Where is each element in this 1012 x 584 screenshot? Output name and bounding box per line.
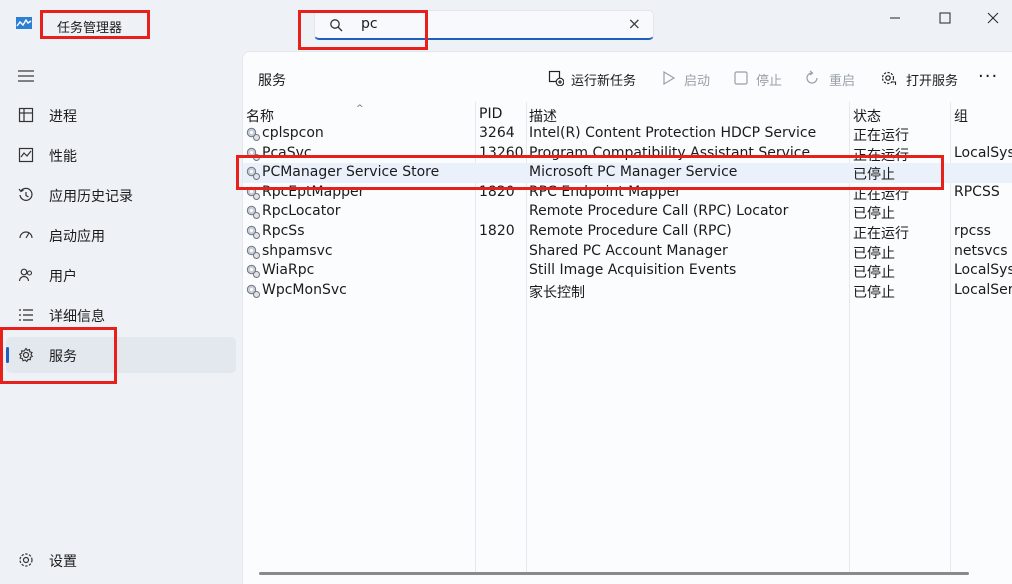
users-icon <box>18 268 33 282</box>
sidebar-item-users[interactable]: 用户 <box>6 257 236 293</box>
sidebar-item-startup-apps[interactable]: 启动应用 <box>6 217 236 253</box>
cell-pid: 1820 <box>479 223 515 239</box>
column-header-description[interactable]: 描述 <box>529 106 557 126</box>
service-gear-icon <box>246 206 260 220</box>
annotation-box-search <box>298 10 428 50</box>
services-panel: 服务 运行新任务 启动 停止 重启 打开服务 ··· 名称 ^ PID 描述 状… <box>242 51 1012 584</box>
cell-description: 家长控制 <box>529 284 585 301</box>
cell-description: Shared PC Account Manager <box>529 242 728 259</box>
cell-group: rpcss <box>954 223 991 239</box>
cell-name: WpcMonSvc <box>262 281 347 298</box>
cell-pid: 3264 <box>479 125 515 141</box>
sidebar-item-app-history[interactable]: 应用历史记录 <box>6 177 236 213</box>
table-row[interactable]: WiaRpc Still Image Acquisition Events 已停止 L… <box>243 261 1012 281</box>
history-icon <box>18 187 33 201</box>
cell-description: Remote Procedure Call (RPC) <box>529 223 732 239</box>
cell-name: RpcSs <box>262 223 305 239</box>
cell-status: 已停止 <box>853 284 895 301</box>
horizontal-scrollbar[interactable] <box>259 572 969 575</box>
startup-icon <box>19 231 33 239</box>
cell-group: RPCSS <box>954 183 1000 200</box>
cell-name: shpamsvc <box>262 242 333 259</box>
more-options-icon[interactable]: ··· <box>978 66 998 87</box>
service-gear-icon <box>246 245 260 259</box>
cell-group: netsvcs <box>954 242 1008 259</box>
task-manager-icon <box>16 17 32 29</box>
table-row[interactable]: WpcMonSvc 家长控制 已停止 LocalService <box>243 281 1012 301</box>
service-gear-icon <box>246 264 260 279</box>
annotation-box-services-nav <box>0 327 117 384</box>
clear-search-icon[interactable]: × <box>628 14 641 33</box>
hamburger-menu-icon[interactable] <box>18 70 34 82</box>
cell-group: LocalSystemNetworkRestricted <box>954 262 1012 279</box>
service-gear-icon <box>246 127 260 141</box>
sidebar-item-performance[interactable]: 性能 <box>6 137 236 173</box>
table-row[interactable]: cplspcon 3264 Intel(R) Content Protection … <box>243 124 1012 144</box>
column-header-pid[interactable]: PID <box>479 106 502 122</box>
sidebar-item-label: 进程 <box>49 109 77 125</box>
open-services-icon <box>881 71 897 85</box>
sidebar-item-label: 用户 <box>49 269 77 285</box>
sidebar-item-settings[interactable]: 设置 <box>6 542 236 578</box>
cell-status: 已停止 <box>853 206 895 223</box>
annotation-box-title <box>40 10 150 39</box>
minimize-icon[interactable] <box>880 6 910 30</box>
sidebar-item-label: 设置 <box>49 554 77 570</box>
gear-icon <box>19 553 33 567</box>
annotation-box-selected-row <box>236 155 944 190</box>
page-title: 服务 <box>258 73 286 89</box>
cell-status: 已停止 <box>853 245 895 262</box>
sidebar-item-processes[interactable]: 进程 <box>6 97 236 133</box>
cell-description: Remote Procedure Call (RPC) Locator <box>529 203 789 220</box>
cell-status: 已停止 <box>853 265 895 282</box>
new-task-icon <box>548 70 564 86</box>
cell-name: RpcLocator <box>262 203 341 220</box>
processes-icon <box>18 107 34 123</box>
table-row[interactable]: shpamsvc Shared PC Account Manager 已停止 nets… <box>243 242 1012 262</box>
sidebar-item-label: 应用历史记录 <box>49 189 133 205</box>
cell-status: 正在运行 <box>853 128 909 144</box>
details-icon <box>19 309 33 321</box>
cell-description: Intel(R) Content Protection HDCP Service <box>529 125 817 141</box>
table-row[interactable]: RpcLocator Remote Procedure Call (RPC) Lo… <box>243 202 1012 222</box>
sidebar-item-label: 性能 <box>49 149 77 165</box>
cell-description: Still Image Acquisition Events <box>529 262 737 279</box>
sidebar: 进程 性能 应用历史记录 启动应用 用户 详细信息 服务 设置 <box>0 56 242 584</box>
column-header-group[interactable]: 组 <box>954 106 968 126</box>
sort-ascending-icon: ^ <box>356 104 364 114</box>
column-header-name[interactable]: 名称 ^ <box>246 104 364 126</box>
close-icon[interactable] <box>978 6 1008 30</box>
sidebar-item-label: 详细信息 <box>49 309 105 325</box>
cell-name: cplspcon <box>262 125 324 141</box>
cell-group: LocalService <box>954 281 1012 298</box>
maximize-icon[interactable] <box>930 6 960 30</box>
cell-group: LocalSystemNetworkRestricted <box>954 144 1012 161</box>
cell-name: WiaRpc <box>262 262 315 279</box>
service-gear-icon <box>246 284 260 298</box>
title-bar: 任务管理器 pc × <box>0 0 1012 48</box>
service-gear-icon <box>246 225 260 239</box>
play-icon <box>663 70 676 86</box>
cell-status: 正在运行 <box>853 226 909 242</box>
performance-icon <box>18 147 34 163</box>
column-header-status[interactable]: 状态 <box>853 106 881 126</box>
restart-icon <box>806 70 818 84</box>
sidebar-item-label: 启动应用 <box>49 229 105 245</box>
stop-icon <box>734 71 748 85</box>
table-row[interactable]: RpcSs 1820 Remote Procedure Call (RPC) 正在运行… <box>243 222 1012 242</box>
